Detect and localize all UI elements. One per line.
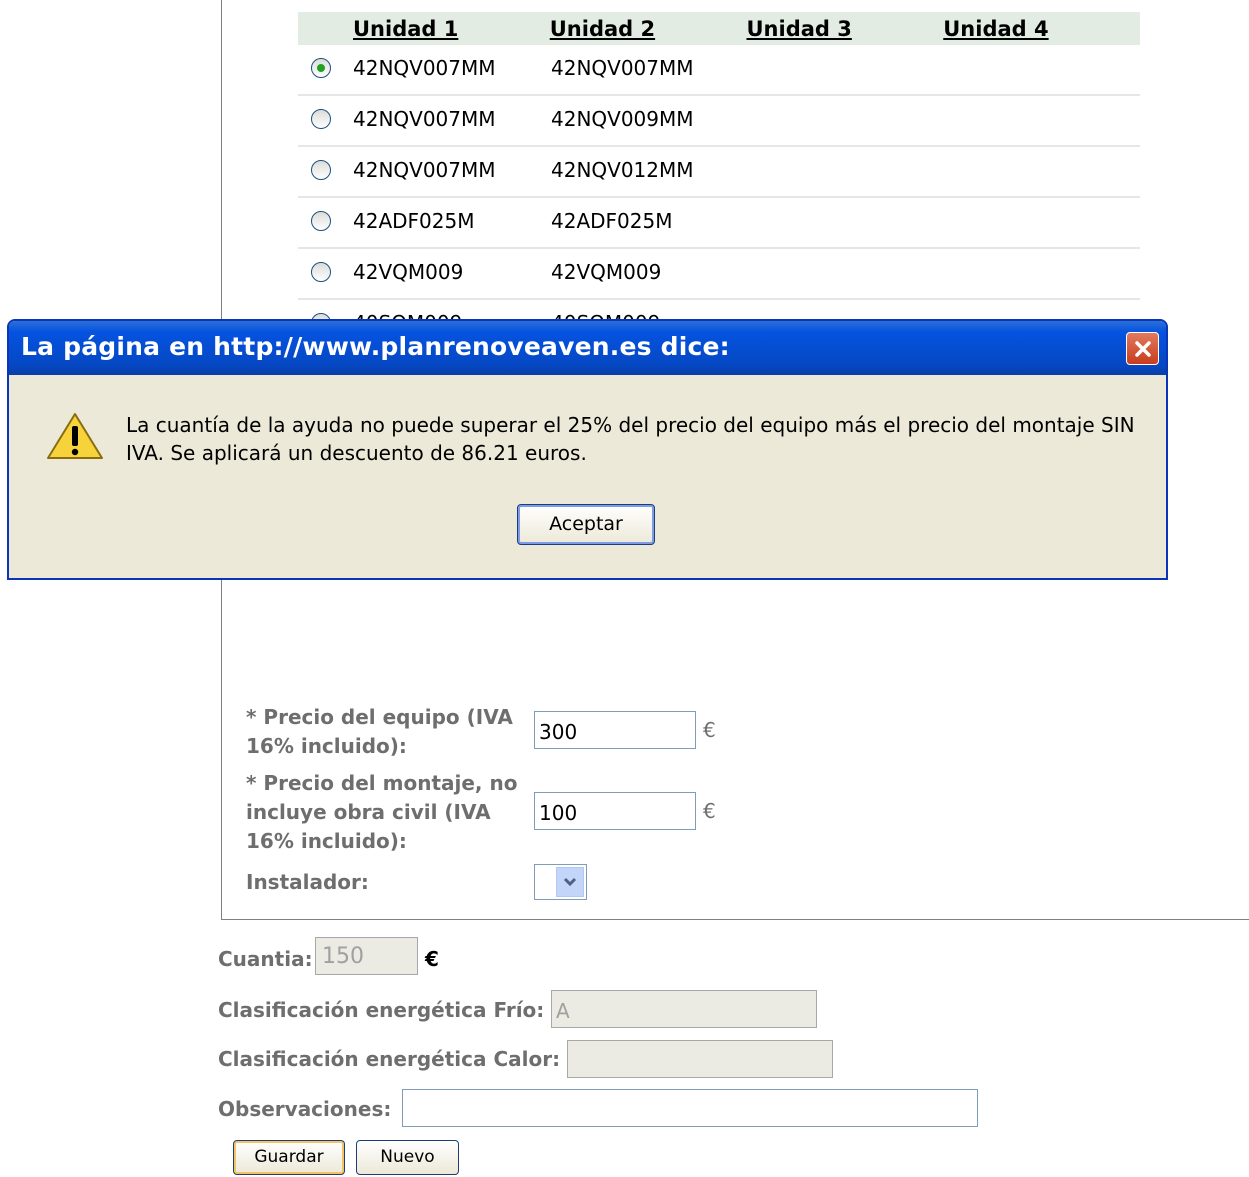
precio-montaje-label: * Precio del montaje, no incluye obra ci… [246, 769, 517, 856]
unit-radio-button[interactable] [311, 58, 331, 78]
unidad-1-cell: 42NQV007MM [353, 56, 496, 80]
header-unidad-3: Unidad 3 [746, 16, 852, 41]
header-unidad-4: Unidad 4 [943, 16, 1049, 41]
frio-label: Clasificación energética Frío: [218, 998, 545, 1022]
alert-dialog: La página en http://www.planrenoveaven.e… [7, 319, 1168, 580]
precio-equipo-label-line1: * Precio del equipo (IVA [246, 705, 513, 729]
cuantia-currency: € [425, 947, 439, 971]
frio-input[interactable]: A [551, 990, 817, 1028]
header-unidad-2: Unidad 2 [549, 16, 656, 41]
unidad-2-cell: 42NQV007MM [551, 56, 694, 80]
close-button[interactable] [1126, 332, 1159, 365]
precio-montaje-input[interactable]: 100 [534, 792, 696, 830]
dialog-message-line2: IVA. Se aplicará un descuento de 86.21 e… [126, 441, 587, 465]
calor-label: Clasificación energética Calor: [218, 1047, 561, 1071]
calor-input[interactable] [567, 1040, 833, 1078]
header-unidad-1: Unidad 1 [353, 16, 459, 41]
precio-montaje-label-line2: incluye obra civil (IVA [246, 800, 491, 824]
chevron-down-icon[interactable] [556, 867, 584, 897]
unidad-1-cell: 42NQV007MM [353, 158, 496, 182]
table-row[interactable]: 42VQM009 42VQM009 [298, 249, 1140, 300]
instalador-select[interactable] [534, 864, 587, 900]
instalador-label: Instalador: [246, 870, 369, 894]
precio-equipo-label-line2: 16% incluido): [246, 734, 407, 758]
dialog-titlebar: La página en http://www.planrenoveaven.e… [9, 321, 1166, 375]
precio-montaje-label-line1: * Precio del montaje, no [246, 771, 518, 795]
table-row[interactable]: 42ADF025M 42ADF025M [298, 198, 1140, 249]
guardar-button[interactable]: Guardar [233, 1140, 345, 1175]
observaciones-label: Observaciones: [218, 1097, 392, 1121]
unidad-1-cell: 42NQV007MM [353, 107, 496, 131]
precio-equipo-label: * Precio del equipo (IVA 16% incluido): [246, 703, 513, 761]
nuevo-button[interactable]: Nuevo [356, 1140, 459, 1175]
precio-equipo-input[interactable]: 300 [534, 711, 696, 749]
unit-radio-button[interactable] [311, 262, 331, 282]
warning-icon [45, 411, 105, 466]
unit-radio-button[interactable] [311, 160, 331, 180]
table-row[interactable]: 42NQV007MM 42NQV007MM [298, 45, 1140, 96]
cuantia-label: Cuantia: [218, 947, 313, 971]
table-row[interactable]: 42NQV007MM 42NQV009MM [298, 96, 1140, 147]
unidad-2-cell: 42NQV009MM [551, 107, 694, 131]
table-row[interactable]: 42NQV007MM 42NQV012MM [298, 147, 1140, 198]
dialog-message: La cuantía de la ayuda no puede superar … [126, 411, 1136, 467]
observaciones-input[interactable] [402, 1089, 978, 1127]
unidad-2-cell: 42VQM009 [551, 260, 662, 284]
unit-radio-button[interactable] [311, 211, 331, 231]
table-header: Unidad 1 Unidad 2 Unidad 3 Unidad 4 [298, 12, 1140, 45]
unidad-1-cell: 42VQM009 [353, 260, 464, 284]
precio-montaje-currency: € [703, 799, 716, 823]
precio-montaje-label-line3: 16% incluido): [246, 829, 407, 853]
unidad-2-cell: 42ADF025M [551, 209, 673, 233]
cuantia-input[interactable]: 150 [315, 937, 418, 975]
unidad-2-cell: 42NQV012MM [551, 158, 694, 182]
unit-radio-button[interactable] [311, 109, 331, 129]
dialog-title: La página en http://www.planrenoveaven.e… [21, 332, 730, 361]
unidad-1-cell: 42ADF025M [353, 209, 475, 233]
dialog-message-line1: La cuantía de la ayuda no puede superar … [126, 413, 1135, 437]
frame-border-bottom [221, 919, 1249, 920]
aceptar-button[interactable]: Aceptar [517, 504, 655, 545]
close-icon [1134, 340, 1151, 357]
precio-equipo-currency: € [703, 718, 716, 742]
